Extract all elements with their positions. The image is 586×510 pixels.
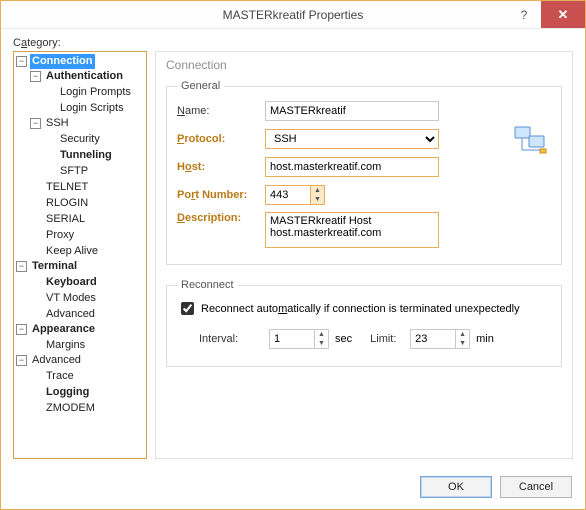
- tree-sftp[interactable]: SFTP: [58, 164, 90, 179]
- tree-proxy[interactable]: Proxy: [44, 228, 76, 243]
- min-label: min: [476, 333, 494, 345]
- close-button[interactable]: ✕: [541, 1, 585, 28]
- connection-icon: [514, 124, 548, 158]
- reconnect-legend: Reconnect: [177, 279, 238, 291]
- reconnect-group: Reconnect Reconnect automatically if con…: [166, 279, 562, 367]
- limit-spinner[interactable]: ▲▼: [410, 329, 470, 349]
- name-input[interactable]: [265, 101, 439, 121]
- tree-appearance[interactable]: Appearance: [30, 322, 97, 337]
- tree-trace[interactable]: Trace: [44, 369, 76, 384]
- window-title: MASTERkreatif Properties: [223, 8, 364, 22]
- tree-advanced[interactable]: Advanced: [30, 353, 83, 368]
- tree-serial[interactable]: SERIAL: [44, 212, 87, 227]
- interval-input[interactable]: [270, 330, 314, 348]
- protocol-select[interactable]: SSH: [265, 129, 439, 149]
- limit-label: Limit:: [370, 333, 410, 345]
- port-spinner[interactable]: ▲▼: [265, 185, 325, 205]
- general-legend: General: [177, 80, 224, 92]
- chevron-down-icon[interactable]: ▼: [311, 195, 324, 204]
- description-label: Description:: [177, 212, 265, 224]
- host-label: Host:: [177, 161, 265, 173]
- reconnect-checkbox[interactable]: [181, 302, 194, 315]
- tree-login-scripts[interactable]: Login Scripts: [58, 101, 126, 116]
- description-textarea[interactable]: MASTERkreatif Host host.masterkreatif.co…: [265, 212, 439, 248]
- title-bar: MASTERkreatif Properties ? ✕: [1, 1, 585, 29]
- help-button[interactable]: ?: [507, 1, 541, 28]
- tree-connection[interactable]: Connection: [30, 54, 95, 69]
- category-tree[interactable]: −Connection −Authentication Login Prompt…: [13, 51, 147, 459]
- tree-telnet[interactable]: TELNET: [44, 180, 90, 195]
- ok-button[interactable]: OK: [420, 476, 492, 498]
- category-label: Category:: [13, 37, 573, 49]
- reconnect-label: Reconnect automatically if connection is…: [201, 303, 520, 315]
- chevron-up-icon[interactable]: ▲: [456, 330, 469, 339]
- chevron-down-icon[interactable]: ▼: [456, 339, 469, 348]
- tree-zmodem[interactable]: ZMODEM: [44, 401, 97, 416]
- panel-heading: Connection: [166, 58, 562, 72]
- tree-login-prompts[interactable]: Login Prompts: [58, 85, 133, 100]
- tree-ssh[interactable]: SSH: [44, 116, 71, 131]
- tree-terminal[interactable]: Terminal: [30, 259, 79, 274]
- name-label: Name:: [177, 105, 265, 117]
- cancel-button[interactable]: Cancel: [500, 476, 572, 498]
- tree-rlogin[interactable]: RLOGIN: [44, 196, 90, 211]
- tree-terminal-adv[interactable]: Advanced: [44, 307, 97, 322]
- general-group: General Name: Protocol: SSH Host:: [166, 80, 562, 265]
- tree-tunneling[interactable]: Tunneling: [58, 148, 114, 163]
- sec-label: sec: [335, 333, 352, 345]
- port-input[interactable]: [266, 186, 310, 204]
- protocol-label: Protocol:: [177, 133, 265, 145]
- chevron-up-icon[interactable]: ▲: [315, 330, 328, 339]
- port-label: Port Number:: [177, 189, 265, 201]
- tree-security[interactable]: Security: [58, 132, 102, 147]
- tree-authentication[interactable]: Authentication: [44, 69, 125, 84]
- tree-vtmodes[interactable]: VT Modes: [44, 291, 98, 306]
- tree-margins[interactable]: Margins: [44, 338, 87, 353]
- properties-panel: Connection General Name: Protocol:: [155, 51, 573, 459]
- interval-label: Interval:: [199, 333, 269, 345]
- limit-input[interactable]: [411, 330, 455, 348]
- host-input[interactable]: [265, 157, 439, 177]
- tree-keepalive[interactable]: Keep Alive: [44, 244, 100, 259]
- chevron-down-icon[interactable]: ▼: [315, 339, 328, 348]
- tree-logging[interactable]: Logging: [44, 385, 91, 400]
- tree-keyboard[interactable]: Keyboard: [44, 275, 99, 290]
- chevron-up-icon[interactable]: ▲: [311, 186, 324, 195]
- interval-spinner[interactable]: ▲▼: [269, 329, 329, 349]
